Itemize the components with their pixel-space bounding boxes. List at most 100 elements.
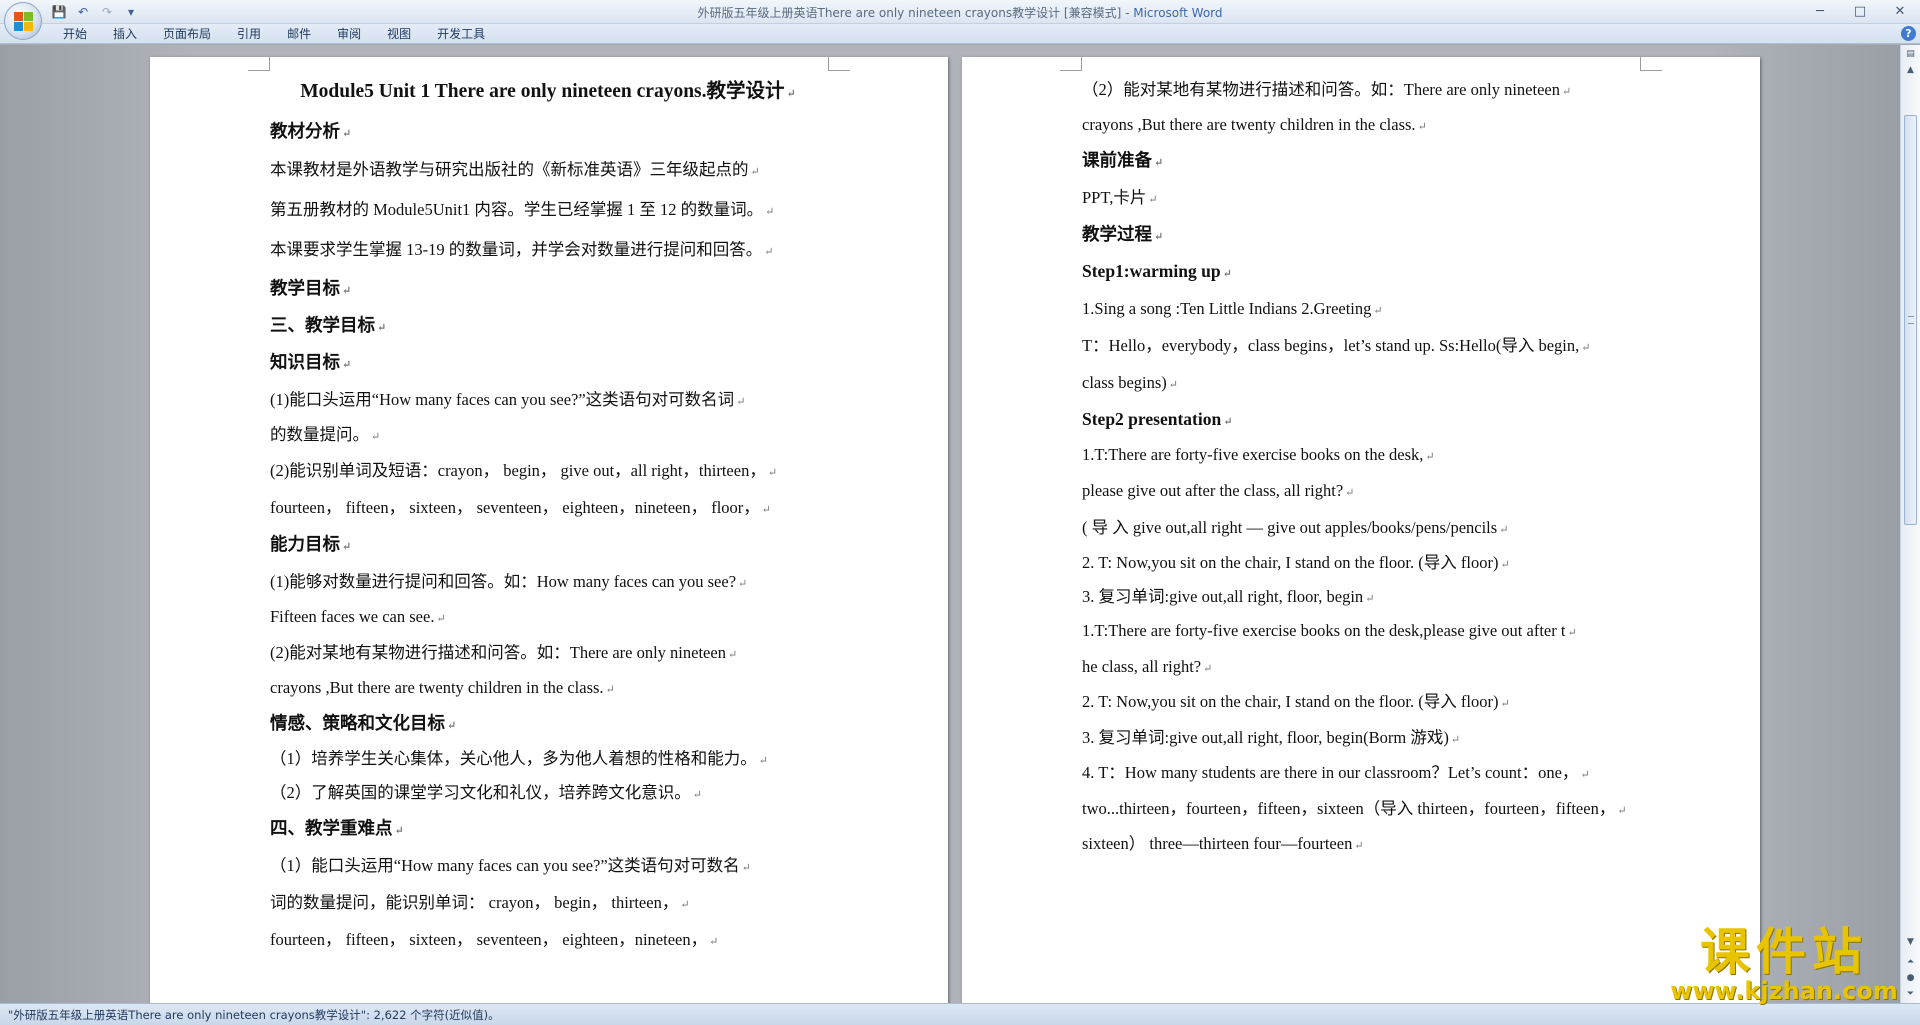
ribbon-tab[interactable]: 引用: [224, 26, 274, 42]
ribbon-tab[interactable]: 邮件: [274, 26, 324, 42]
paragraph-mark-icon: ↵: [394, 825, 404, 837]
paragraph-text: two...thirteen，fourteen，fifteen，sixteen（…: [1082, 799, 1616, 818]
paragraph-text: ( 导 入 give out,all right — give out appl…: [1082, 518, 1498, 537]
ribbon-tab[interactable]: 插入: [100, 26, 150, 42]
document-paragraph[interactable]: 词的数量提问，能识别单词： crayon， begin， thirteen， ↵: [270, 884, 826, 921]
document-paragraph[interactable]: 的数量提问。 ↵: [270, 418, 826, 452]
document-paragraph[interactable]: (1)能口头运用“How many faces can you see?”这类语…: [270, 381, 826, 418]
document-paragraph[interactable]: 4. T：How many students are there in our …: [1082, 756, 1638, 790]
document-paragraph[interactable]: 1.T:There are forty-five exercise books …: [1082, 614, 1638, 648]
document-paragraph[interactable]: 三、教学目标 ↵: [270, 307, 826, 344]
paragraph-text: T：Hello，everybody，class begins，let’s sta…: [1082, 336, 1580, 355]
document-paragraph[interactable]: 情感、策略和文化目标 ↵: [270, 705, 826, 742]
window-title: 外研版五年级上册英语There are only nineteen crayon…: [0, 4, 1920, 21]
document-paragraph[interactable]: sixteen） three—thirteen four—fourteen ↵: [1082, 827, 1638, 861]
document-paragraph[interactable]: 四、教学重难点 ↵: [270, 810, 826, 847]
document-paragraph[interactable]: please give out after the class, all rig…: [1082, 472, 1638, 509]
document-paragraph[interactable]: 知识目标 ↵: [270, 344, 826, 381]
document-paragraph[interactable]: crayons ,But there are twenty children i…: [1082, 108, 1638, 142]
ribbon-tab[interactable]: 审阅: [324, 26, 374, 42]
scrollbar-thumb[interactable]: [1904, 115, 1917, 525]
document-paragraph[interactable]: (2)能对某地有某物进行描述和问答。如：There are only ninet…: [270, 634, 826, 671]
scroll-down-icon[interactable]: ▼: [1903, 935, 1918, 949]
document-paragraph[interactable]: Fifteen faces we can see. ↵: [270, 600, 826, 634]
paragraph-mark-icon: ↵: [786, 88, 796, 100]
document-paragraph[interactable]: 2. T: Now,you sit on the chair, I stand …: [1082, 546, 1638, 580]
document-workspace[interactable]: Module5 Unit 1 There are only nineteen c…: [0, 45, 1900, 1003]
document-paragraph[interactable]: fourteen， fifteen， sixteen， seventeen， e…: [270, 489, 826, 526]
document-paragraph[interactable]: 3. 复习单词:give out,all right, floor, begin…: [1082, 580, 1638, 614]
paragraph-text: 教学过程: [1082, 224, 1152, 244]
paragraph-mark-icon: ↵: [342, 541, 352, 553]
document-paragraph[interactable]: （2）能对某地有某物进行描述和问答。如：There are only ninet…: [1082, 71, 1638, 108]
ribbon-tab[interactable]: 开始: [50, 26, 100, 42]
paragraph-mark-icon: ↵: [1223, 416, 1233, 428]
document-paragraph[interactable]: 本课教材是外语教学与研究出版社的《新标准英语》三年级起点的 ↵: [270, 150, 826, 190]
paragraph-mark-icon: ↵: [764, 246, 774, 258]
document-paragraph[interactable]: Step1:warming up ↵: [1082, 253, 1638, 290]
paragraph-mark-icon: ↵: [605, 684, 615, 696]
ribbon-tab[interactable]: 视图: [374, 26, 424, 42]
paragraph-mark-icon: ↵: [741, 862, 751, 874]
document-paragraph[interactable]: 2. T: Now,you sit on the chair, I stand …: [1082, 685, 1638, 719]
watermark-logo: 课件站 www.kjzhan.com: [1668, 924, 1900, 1004]
paragraph-mark-icon: ↵: [1148, 194, 1158, 206]
office-button[interactable]: [4, 2, 42, 40]
document-paragraph[interactable]: 1.Sing a song :Ten Little Indians 2.Gree…: [1082, 290, 1638, 327]
document-paragraph[interactable]: （1）能口头运用“How many faces can you see?”这类语…: [270, 847, 826, 884]
document-paragraph[interactable]: 3. 复习单词:give out,all right, floor, begin…: [1082, 719, 1638, 756]
document-paragraph[interactable]: PPT,卡片 ↵: [1082, 179, 1638, 216]
help-icon[interactable]: ?: [1901, 26, 1916, 41]
paragraph-text: 第五册教材的 Module5Unit1 内容。学生已经掌握 1 至 12 的数量…: [270, 200, 764, 219]
document-title: 外研版五年级上册英语There are only nineteen crayon…: [697, 6, 1134, 20]
document-paragraph[interactable]: two...thirteen，fourteen，fifteen，sixteen（…: [1082, 790, 1638, 827]
document-paragraph[interactable]: 本课要求学生掌握 13-19 的数量词，并学会对数量进行提问和回答。 ↵: [270, 230, 826, 270]
document-paragraph[interactable]: 第五册教材的 Module5Unit1 内容。学生已经掌握 1 至 12 的数量…: [270, 190, 826, 230]
paragraph-text: 2. T: Now,you sit on the chair, I stand …: [1082, 553, 1499, 572]
document-page-right[interactable]: （2）能对某地有某物进行描述和问答。如：There are only ninet…: [962, 57, 1760, 1003]
ribbon-tab[interactable]: 开发工具: [424, 26, 498, 42]
vertical-scrollbar[interactable]: ▤ ▲ ▼ ⏶ ● ⏷: [1900, 45, 1920, 1003]
ribbon-tab[interactable]: 页面布局: [150, 26, 224, 42]
status-word-count[interactable]: "外研版五年级上册英语There are only nineteen crayo…: [8, 1007, 500, 1023]
document-paragraph[interactable]: Step2 presentation ↵: [1082, 401, 1638, 438]
document-paragraph[interactable]: (2)能识别单词及短语：crayon， begin， give out，all …: [270, 452, 826, 489]
paragraph-mark-icon: ↵: [1154, 157, 1164, 169]
paragraph-mark-icon: ↵: [447, 720, 457, 732]
document-paragraph[interactable]: （2）了解英国的课堂学习文化和礼仪，培养跨文化意识。 ↵: [270, 776, 826, 810]
page-content[interactable]: （2）能对某地有某物进行描述和问答。如：There are only ninet…: [1082, 71, 1638, 861]
ruler-toggle-icon[interactable]: ▤: [1903, 47, 1918, 61]
next-page-icon[interactable]: ⏷: [1903, 987, 1918, 1001]
paragraph-text: 4. T：How many students are there in our …: [1082, 763, 1579, 782]
document-paragraph[interactable]: 教学过程 ↵: [1082, 216, 1638, 253]
paragraph-text: （2）了解英国的课堂学习文化和礼仪，培养跨文化意识。: [270, 783, 691, 802]
document-paragraph[interactable]: （1）培养学生关心集体，关心他人，多为他人着想的性格和能力。 ↵: [270, 742, 826, 776]
document-paragraph[interactable]: (1)能够对数量进行提问和回答。如：How many faces can you…: [270, 563, 826, 600]
maximize-button[interactable]: □: [1840, 0, 1880, 22]
paragraph-text: 本课要求学生掌握 13-19 的数量词，并学会对数量进行提问和回答。: [270, 240, 763, 259]
document-paragraph[interactable]: T：Hello，everybody，class begins，let’s sta…: [1082, 327, 1638, 364]
paragraph-text: Step1:warming up: [1082, 261, 1221, 281]
document-paragraph[interactable]: Module5 Unit 1 There are only nineteen c…: [270, 71, 826, 113]
document-paragraph[interactable]: ( 导 入 give out,all right — give out appl…: [1082, 509, 1638, 546]
document-page-left[interactable]: Module5 Unit 1 There are only nineteen c…: [150, 57, 948, 1003]
document-paragraph[interactable]: 教学目标 ↵: [270, 270, 826, 307]
select-browse-object-icon[interactable]: ●: [1903, 971, 1918, 985]
document-paragraph[interactable]: 1.T:There are forty-five exercise books …: [1082, 438, 1638, 472]
paragraph-mark-icon: ↵: [1561, 86, 1572, 98]
document-paragraph[interactable]: 课前准备 ↵: [1082, 142, 1638, 179]
page-content[interactable]: Module5 Unit 1 There are only nineteen c…: [270, 71, 826, 958]
document-paragraph[interactable]: 能力目标 ↵: [270, 526, 826, 563]
paragraph-mark-icon: ↵: [377, 322, 387, 334]
minimize-button[interactable]: ─: [1800, 0, 1840, 22]
previous-page-icon[interactable]: ⏶: [1903, 955, 1918, 969]
document-paragraph[interactable]: class begins) ↵: [1082, 364, 1638, 401]
scroll-up-icon[interactable]: ▲: [1903, 63, 1918, 77]
document-paragraph[interactable]: crayons ,But there are twenty children i…: [270, 671, 826, 705]
document-paragraph[interactable]: 教材分析 ↵: [270, 113, 826, 150]
document-paragraph[interactable]: fourteen， fifteen， sixteen， seventeen， e…: [270, 921, 826, 958]
close-button[interactable]: ✕: [1880, 0, 1920, 22]
document-paragraph[interactable]: he class, all right? ↵: [1082, 648, 1638, 685]
ribbon: 开始 插入 页面布局 引用 邮件 审阅 视图 开发工具 ?: [0, 24, 1920, 44]
paragraph-mark-icon: ↵: [1580, 769, 1590, 781]
